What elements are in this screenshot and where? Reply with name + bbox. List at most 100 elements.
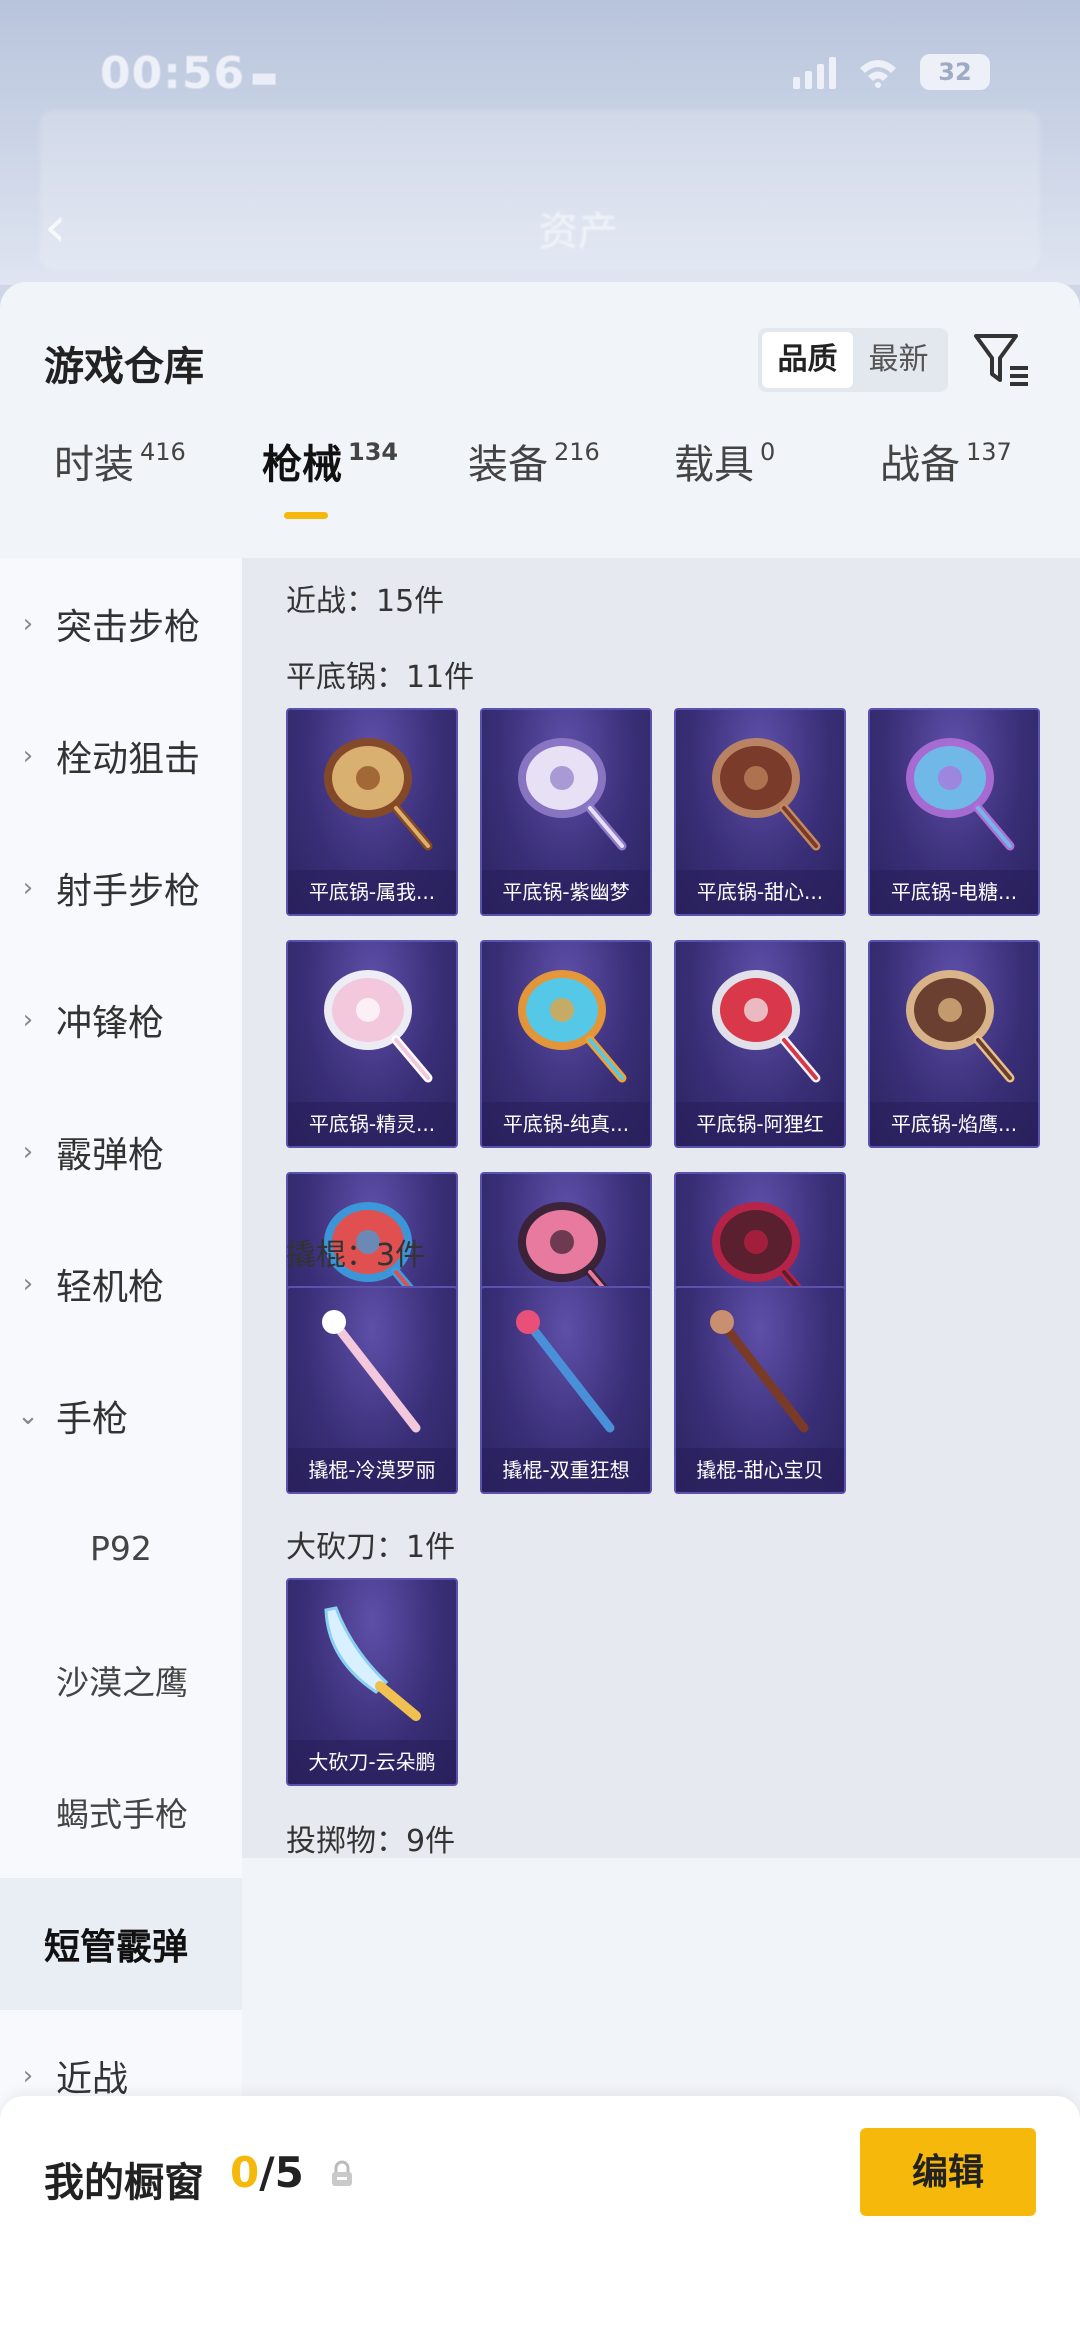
back-arrow-icon[interactable]: ‹: [44, 195, 66, 260]
top-header: 00:56 ▬ 32 ‹ 资产: [0, 0, 1080, 285]
tab-supplies[interactable]: 战备 137: [880, 432, 1012, 490]
crowbar-item-card[interactable]: 撬棍-甜心宝贝: [674, 1286, 846, 1494]
chevron-down-icon: ⌄: [17, 1401, 39, 1431]
item-name-label: 撬棍-冷漠罗丽: [288, 1448, 456, 1492]
machete-art-icon: [324, 1606, 421, 1721]
item-name-label: 平底锅-属我...: [288, 870, 456, 914]
nav-bar: ‹ 资产: [40, 195, 1040, 260]
sidebar-item-label: 蝎式手枪: [56, 1795, 188, 1834]
status-bar: 00:56 ▬ 32: [100, 48, 990, 108]
sidebar-item-pistol[interactable]: ⌄ 手枪: [0, 1350, 242, 1482]
tab-firearms[interactable]: 枪械 134: [262, 432, 399, 519]
showcase-count: 0/5: [230, 2148, 304, 2197]
sidebar-item-label: 射手步枪: [56, 871, 201, 912]
chevron-right-icon: ›: [22, 2061, 34, 2091]
filter-icon[interactable]: [972, 330, 1032, 390]
sidebar-item-shotgun[interactable]: › 霰弹枪: [0, 1086, 242, 1218]
tab-count: 416: [140, 438, 186, 466]
tab-vehicles[interactable]: 载具 0: [674, 432, 775, 490]
section-header-machete: 大砍刀：1件: [286, 1530, 456, 1565]
sidebar-item-label: 栓动狙击: [56, 739, 201, 780]
showcase-total: /5: [259, 2148, 304, 2197]
section-header-melee: 近战：15件: [286, 584, 445, 619]
sidebar-subitem-skorpion[interactable]: 蝎式手枪: [0, 1746, 242, 1878]
edit-button[interactable]: 编辑: [860, 2128, 1036, 2216]
signal-icon: [793, 55, 836, 89]
crowbar-item-card[interactable]: 撬棍-冷漠罗丽: [286, 1286, 458, 1494]
chevron-right-icon: ›: [22, 1269, 34, 1299]
crowbar-art-icon: [516, 1310, 615, 1433]
pan-art-icon: [518, 738, 627, 851]
wifi-icon: [860, 60, 896, 88]
pan-item-card[interactable]: 平底锅-甜心...: [674, 708, 846, 916]
sort-quality-button[interactable]: 品质: [762, 332, 853, 388]
chevron-right-icon: ›: [22, 1005, 34, 1035]
item-name-label: 平底锅-电糖...: [870, 870, 1038, 914]
showcase-bar: 我的橱窗 0/5 编辑: [0, 2096, 1080, 2341]
chevron-right-icon: ›: [22, 741, 34, 771]
pan-art-icon: [712, 970, 821, 1083]
tab-label: 装备: [468, 442, 548, 488]
item-name-label: 大砍刀-云朵鹏: [288, 1740, 456, 1784]
tab-label: 战备: [880, 442, 960, 488]
pan-item-card[interactable]: 平底锅-属我...: [286, 708, 458, 916]
crowbar-art-icon: [710, 1310, 809, 1433]
tab-equipment[interactable]: 装备 216: [468, 432, 600, 490]
showcase-title: 我的橱窗: [44, 2160, 204, 2206]
sort-newest-button[interactable]: 最新: [853, 332, 944, 388]
section-header-throwables: 投掷物：9件: [286, 1824, 456, 1858]
item-name-label: 平底锅-甜心...: [676, 870, 844, 914]
section-header-crowbar: 撬棍：3件: [286, 1238, 426, 1273]
pan-art-icon: [906, 738, 1015, 851]
sidebar-item-label: 冲锋枪: [56, 1003, 165, 1044]
pan-art-icon: [324, 970, 433, 1083]
battery-indicator: 32: [920, 54, 990, 90]
pan-art-icon: [906, 970, 1015, 1083]
pan-art-icon: [712, 738, 821, 851]
showcase-used: 0: [230, 2148, 260, 2197]
tab-count: 134: [348, 438, 399, 466]
sidebar-item-assault-rifle[interactable]: › 突击步枪: [0, 558, 242, 690]
pan-item-card[interactable]: 平底锅-纯真...: [480, 940, 652, 1148]
nav-title: 资产: [538, 209, 618, 255]
machete-item-card[interactable]: 大砍刀-云朵鹏: [286, 1578, 458, 1786]
sidebar-item-label: 突击步枪: [56, 607, 201, 648]
pan-item-card[interactable]: 平底锅-焰鹰...: [868, 940, 1040, 1148]
pan-item-card[interactable]: 平底锅-阿狸红: [674, 940, 846, 1148]
section-header-pan: 平底锅：11件: [286, 660, 475, 695]
pan-art-icon: [518, 970, 627, 1083]
sidebar-item-sawed-off[interactable]: 短管霰弹: [0, 1878, 242, 2010]
item-name-label: 平底锅-阿狸红: [676, 1102, 844, 1146]
tab-label: 枪械: [262, 442, 342, 488]
pan-art-icon: [324, 738, 433, 851]
sidebar-item-label: 霰弹枪: [56, 1135, 165, 1176]
status-time: 00:56: [100, 48, 246, 99]
sidebar-item-label: 近战: [56, 2059, 129, 2100]
item-name-label: 平底锅-焰鹰...: [870, 1102, 1038, 1146]
sidebar-item-smg[interactable]: › 冲锋枪: [0, 954, 242, 1086]
pan-item-card[interactable]: 平底锅-精灵...: [286, 940, 458, 1148]
sidebar-item-dmr[interactable]: › 射手步枪: [0, 822, 242, 954]
chevron-right-icon: ›: [22, 873, 34, 903]
sleep-icon: ▬: [250, 60, 279, 95]
crowbar-art-icon: [322, 1310, 421, 1433]
sidebar-item-lmg[interactable]: › 轻机枪: [0, 1218, 242, 1350]
sidebar-subitem-desert-eagle[interactable]: 沙漠之鹰: [0, 1614, 242, 1746]
item-name-label: 撬棍-双重狂想: [482, 1448, 650, 1492]
crowbar-item-card[interactable]: 撬棍-双重狂想: [480, 1286, 652, 1494]
tab-label: 载具: [674, 442, 754, 488]
warehouse-sheet: 游戏仓库 品质 最新 时装 416 枪械 134 装备 216 载具 0 战备 137 ›…: [0, 282, 1080, 2341]
sidebar-subitem-p92[interactable]: P92: [0, 1482, 242, 1614]
pan-item-card[interactable]: 平底锅-电糖...: [868, 708, 1040, 916]
sort-toggle: 品质 最新: [758, 328, 948, 392]
chevron-right-icon: ›: [22, 1137, 34, 1167]
sidebar-item-bolt-sniper[interactable]: › 栓动狙击: [0, 690, 242, 822]
item-name-label: 平底锅-紫幽梦: [482, 870, 650, 914]
item-name-label: 平底锅-精灵...: [288, 1102, 456, 1146]
sheet-title: 游戏仓库: [44, 344, 204, 390]
lock-icon: [332, 2160, 352, 2186]
tab-label: 时装: [54, 442, 134, 488]
weapon-category-sidebar: › 突击步枪 › 栓动狙击 › 射手步枪 › 冲锋枪 › 霰弹枪 › 轻机枪 ⌄ 手枪 P92…: [0, 558, 242, 2158]
pan-item-card[interactable]: 平底锅-紫幽梦: [480, 708, 652, 916]
tab-fashion[interactable]: 时装 416: [54, 432, 186, 490]
